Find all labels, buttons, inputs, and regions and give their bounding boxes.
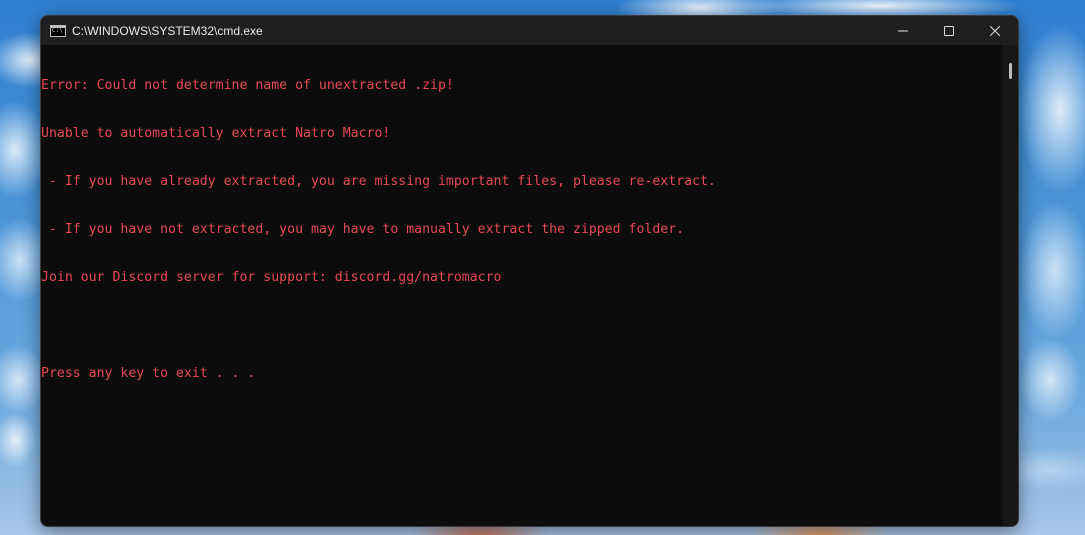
window-title: C:\WINDOWS\SYSTEM32\cmd.exe <box>72 23 263 38</box>
scrollbar-thumb[interactable] <box>1009 63 1012 79</box>
maximize-icon <box>944 25 954 36</box>
close-icon <box>990 25 1000 36</box>
console-line: - If you have not extracted, you may hav… <box>41 222 685 237</box>
minimize-button[interactable] <box>880 16 926 45</box>
title-bar[interactable]: C:\WINDOWS\SYSTEM32\cmd.exe <box>41 16 1018 45</box>
cmd-window[interactable]: C:\WINDOWS\SYSTEM32\cmd.exe Error: Coul <box>40 15 1019 527</box>
maximize-button[interactable] <box>926 16 972 45</box>
console-line: Press any key to exit . . . <box>41 366 256 381</box>
console-output[interactable]: Error: Could not determine name of unext… <box>41 45 1003 526</box>
console-icon <box>50 24 66 37</box>
window-controls <box>880 16 1018 45</box>
vertical-scrollbar[interactable] <box>1003 45 1018 526</box>
console-line: Join our Discord server for support: dis… <box>41 270 502 285</box>
minimize-icon <box>898 30 908 31</box>
console-line: Error: Could not determine name of unext… <box>41 78 454 93</box>
console-line: Unable to automatically extract Natro Ma… <box>41 126 391 141</box>
close-button[interactable] <box>972 16 1018 45</box>
console-line: - If you have already extracted, you are… <box>41 174 716 189</box>
